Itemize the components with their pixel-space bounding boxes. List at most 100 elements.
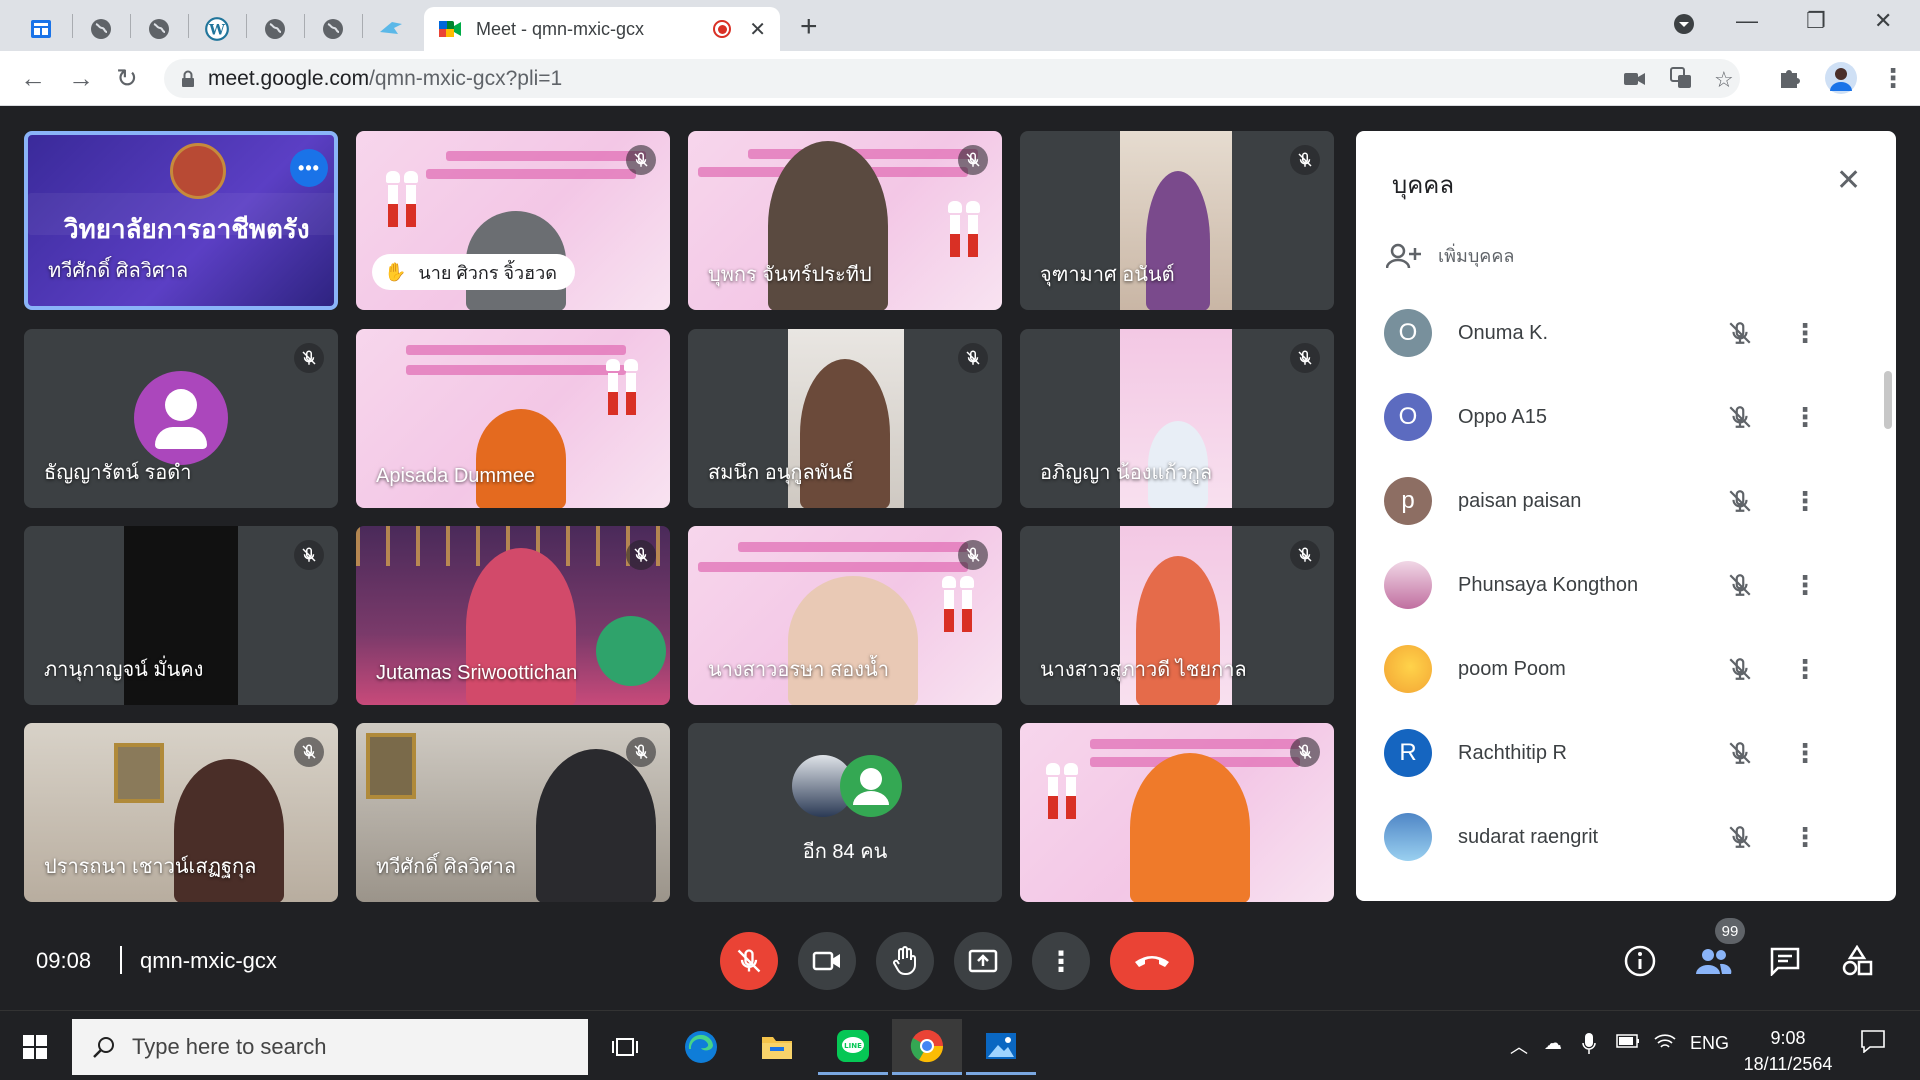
person-row[interactable]: O Oppo A15 ⋮ (1384, 388, 1884, 446)
panel-scrollbar[interactable] (1884, 371, 1892, 429)
tab-globe-2[interactable] (130, 7, 188, 51)
edge-browser-icon[interactable] (666, 1019, 736, 1075)
translate-icon[interactable] (1670, 67, 1692, 95)
close-window-icon[interactable]: ✕ (1874, 8, 1892, 34)
more-vert-icon[interactable]: ⋮ (1792, 318, 1818, 349)
activities-button[interactable] (1834, 938, 1880, 984)
more-options-button[interactable]: ⋮ (1032, 932, 1090, 990)
participant-name: ปรารถนา เชาวน์เสฏฐกุล (44, 856, 257, 878)
participant-tile[interactable]: ภานุกาญจน์ มั่นคง (24, 526, 338, 705)
more-vert-icon[interactable]: ⋮ (1792, 570, 1818, 601)
add-people-button[interactable]: เพิ่มบุคคล (1386, 241, 1514, 270)
more-vert-icon[interactable]: ⋮ (1792, 738, 1818, 769)
participant-tile[interactable]: วิทยาลัยการอาชีพตรัง ••• ทวีศักดิ์ ศิลวิ… (24, 131, 338, 310)
participant-tile[interactable] (1020, 723, 1334, 902)
muted-mic-icon (1720, 488, 1760, 514)
microphone-tray-icon[interactable] (1582, 1033, 1596, 1060)
panel-title: บุคคล (1392, 172, 1455, 199)
participant-name: ทวีศักดิ์ ศิลวิศาล (48, 260, 189, 282)
camera-in-use-icon[interactable] (1624, 67, 1646, 93)
show-everyone-button[interactable] (1690, 938, 1736, 984)
windows-start-icon[interactable] (0, 1019, 70, 1075)
participant-tile[interactable]: ✋ นาย ศิวกร จิ้วฮวด (356, 131, 670, 310)
person-row[interactable]: Phunsaya Kongthon ⋮ (1384, 556, 1884, 614)
person-row[interactable]: sudarat raengrit ⋮ (1384, 808, 1884, 866)
more-vert-icon[interactable]: ⋮ (1792, 822, 1818, 853)
tab-meet-active[interactable]: Meet - qmn-mxic-gcx ✕ (424, 7, 780, 51)
person-avatar: p (1384, 477, 1432, 525)
close-panel-icon[interactable]: ✕ (1836, 163, 1861, 198)
chrome-app-icon[interactable] (892, 1019, 962, 1075)
photos-app-icon[interactable] (966, 1019, 1036, 1075)
muted-mic-icon (958, 343, 988, 373)
raise-hand-button[interactable] (876, 932, 934, 990)
meeting-code: qmn-mxic-gcx (140, 948, 277, 973)
back-arrow-icon[interactable]: ← (20, 63, 46, 94)
participant-tile[interactable]: นางสาวอรษา สองน้ำ (688, 526, 1002, 705)
browser-tab-strip: W Meet - qmn-mxic-gcx ✕ + — ❐ ✕ (0, 0, 1920, 51)
tab-globe-4[interactable] (304, 7, 362, 51)
banner-line (1090, 739, 1300, 749)
participant-tile[interactable]: จุฑามาศ อนันต์ (1020, 131, 1334, 310)
tab-close-icon[interactable]: ✕ (749, 17, 766, 42)
taskbar-clock[interactable]: 9:08 18/11/2564 (1718, 1025, 1858, 1077)
participant-tile[interactable]: ทวีศักดิ์ ศิลวิศาล (356, 723, 670, 902)
task-view-icon[interactable] (590, 1019, 660, 1075)
tray-chevron-icon[interactable]: ︿ (1510, 1033, 1528, 1059)
participant-tile[interactable]: สมนึก อนุกูลพันธ์ (688, 329, 1002, 508)
tab-globe-3[interactable] (246, 7, 304, 51)
new-tab-plus-icon[interactable]: + (800, 10, 818, 44)
people-count-badge: 99 (1715, 918, 1745, 944)
profile-avatar[interactable] (1824, 61, 1858, 101)
person-row[interactable]: O Onuma K. ⋮ (1384, 304, 1884, 362)
onedrive-icon[interactable]: ☁ (1544, 1033, 1562, 1054)
minimize-icon[interactable]: — (1736, 8, 1758, 34)
tab-globe-1[interactable] (72, 7, 130, 51)
svg-text:LINE: LINE (844, 1042, 862, 1050)
tab-search-icon[interactable] (1672, 12, 1696, 42)
more-options-button[interactable]: ••• (290, 149, 328, 187)
restore-icon[interactable]: ❐ (1806, 8, 1826, 34)
muted-mic-icon (1720, 824, 1760, 850)
meeting-details-button[interactable] (1617, 938, 1663, 984)
person-row[interactable]: R Rachthitip R ⋮ (1384, 724, 1884, 782)
more-vert-icon[interactable]: ⋮ (1792, 654, 1818, 685)
toggle-mic-button[interactable] (720, 932, 778, 990)
participant-tile[interactable]: ธัญญารัตน์ รอดำ (24, 329, 338, 508)
more-vert-icon[interactable]: ⋮ (1792, 486, 1818, 517)
forward-arrow-icon[interactable]: → (68, 63, 94, 94)
participant-video (1130, 753, 1250, 902)
participant-tile[interactable]: Jutamas Sriwoottichan (356, 526, 670, 705)
extensions-puzzle-icon[interactable] (1778, 67, 1800, 95)
taskbar-search-box[interactable]: Type here to search (72, 1019, 588, 1075)
battery-icon[interactable] (1616, 1033, 1640, 1054)
muted-mic-icon (626, 145, 656, 175)
present-to-all-icon (968, 949, 998, 973)
bookmark-star-icon[interactable]: ☆ (1714, 67, 1734, 93)
chat-button[interactable] (1762, 938, 1808, 984)
google-meet-icon (439, 21, 461, 37)
others-tile[interactable]: อีก 84 คน (688, 723, 1002, 902)
reload-icon[interactable]: ↻ (116, 63, 138, 94)
participant-tile[interactable]: นางสาวสุภาวดี ไชยกาล (1020, 526, 1334, 705)
person-row[interactable]: poom Poom ⋮ (1384, 640, 1884, 698)
notifications-icon[interactable] (1860, 1029, 1886, 1058)
person-row[interactable]: p paisan paisan ⋮ (1384, 472, 1884, 530)
wifi-icon[interactable] (1654, 1033, 1676, 1056)
chrome-menu-icon[interactable]: ⋮ (1880, 63, 1906, 94)
tab-bird[interactable] (362, 7, 420, 51)
tab-wordpress[interactable]: W (188, 7, 246, 51)
toggle-camera-button[interactable] (798, 932, 856, 990)
tab-apps[interactable] (12, 7, 70, 51)
line-app-icon[interactable]: LINE (818, 1019, 888, 1075)
participant-tile[interactable]: อภิญญา น้องแก้วกูล (1020, 329, 1334, 508)
participant-tile[interactable]: ปรารถนา เชาวน์เสฏฐกุล (24, 723, 338, 902)
present-screen-button[interactable] (954, 932, 1012, 990)
omnibox[interactable]: meet.google.com/qmn-mxic-gcx?pli=1 ☆ (164, 59, 1740, 98)
participant-tile[interactable]: บุพกร จันทร์ประทีป (688, 131, 1002, 310)
url-path: /qmn-mxic-gcx?pli=1 (369, 66, 563, 90)
file-explorer-icon[interactable] (742, 1019, 812, 1075)
more-vert-icon[interactable]: ⋮ (1792, 402, 1818, 433)
leave-call-button[interactable] (1110, 932, 1194, 990)
participant-tile[interactable]: Apisada Dummee (356, 329, 670, 508)
